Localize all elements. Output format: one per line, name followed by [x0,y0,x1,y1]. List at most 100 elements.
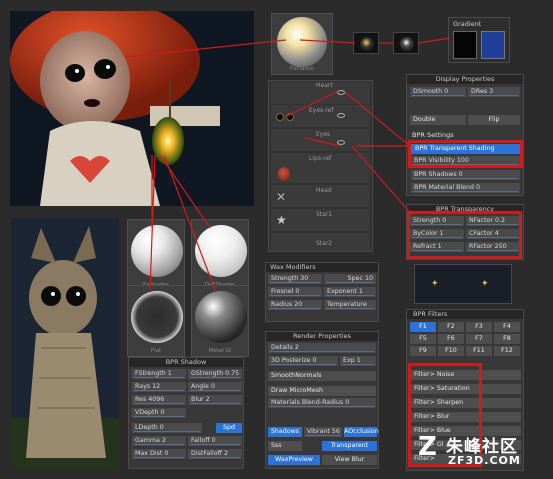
wax-modifiers-panel: Wax Modifiers Strength 30 Spec 10 Fresne… [265,262,379,322]
rfactor-slider[interactable]: RFactor 250 [466,242,520,252]
material-thumb-metal[interactable]: Metal Gl [191,285,249,357]
filter-slot-f2[interactable]: F2 [438,322,464,332]
filter-item[interactable]: Filter> Noise [411,370,521,380]
eye-toggle-icon[interactable] [337,90,345,95]
filter-slot-f6[interactable]: F6 [438,334,464,344]
filter-slot-f1[interactable]: F1 [410,322,436,332]
wax-modifiers-title: Wax Modifiers [266,263,378,272]
material-label: Metal Gl [208,348,232,354]
details-slider[interactable]: Details 2 [268,343,376,353]
subtool-label: Lips-ref [309,155,332,162]
bpr-material-blend-slider[interactable]: BPR Material Blend 0 [411,183,520,193]
distfalloff-slider[interactable]: DistFalloff 2 [188,449,242,459]
subtool-item-star1[interactable]: ★ Star1 [271,209,370,231]
cfactor-slider[interactable]: CFactor 4 [466,229,520,239]
filter-slot-f7[interactable]: F7 [466,334,492,344]
filter-slot-f5[interactable]: F5 [410,334,436,344]
filter-slot-f8[interactable]: F8 [494,334,520,344]
wax-spec-slider[interactable]: Spec 10 [324,274,376,284]
wax-strength-slider[interactable]: Strength 30 [268,274,322,284]
dres-slider[interactable]: DRes 3 [468,87,520,97]
material-thumb-fxplastic[interactable]: FxPlastic [271,13,333,75]
render-properties-title: Render Properties [266,332,378,341]
filter-slot-f12[interactable]: F12 [494,346,520,356]
bpr-shadows-slider[interactable]: BPR Shadows 0 [411,170,520,180]
filter-item[interactable]: Filter> Sharpen [411,398,521,408]
wax-radius-slider[interactable]: Radius 20 [268,300,322,310]
gamma-slider[interactable]: Gamma 2 [132,436,186,446]
draw-micromesh-button[interactable]: Draw MicroMesh [268,386,376,396]
double-button[interactable]: Double [410,115,466,125]
bpr-transparent-shading-button[interactable]: BPR Transparent Shading [411,144,520,154]
shadows-button[interactable]: Shadows [268,427,302,437]
exp-slider[interactable]: Exp 1 [340,356,376,366]
filter-slot-f10[interactable]: F10 [438,346,464,356]
filter-slot-f3[interactable]: F3 [466,322,492,332]
sphere-icon [195,291,247,343]
max-dist-slider[interactable]: Max Dist 0 [132,449,186,459]
gradient-right-swatch[interactable] [481,31,505,59]
rays-slider[interactable]: Rays 12 [132,382,186,392]
eye-toggle-icon[interactable] [337,140,345,145]
fstrength-slider[interactable]: FStrength 1 [132,369,186,379]
sphere-icon [195,225,247,277]
subtool-item-eyes[interactable]: Eyes [271,129,370,151]
filter-slot-f11[interactable]: F11 [466,346,492,356]
gradient-left-swatch[interactable] [453,31,477,59]
vdepth-slider[interactable]: VDepth 0 [132,408,186,418]
material-thumb-dofshader[interactable]: DoFShader [191,219,249,291]
view-blur-button[interactable]: View Blur [322,455,377,465]
subtool-item-star2[interactable]: Star2 [271,233,370,251]
waxpreview-button[interactable]: WaxPreview [268,455,320,465]
bpr-visibility-slider[interactable]: BPR Visibility 100 [411,156,520,166]
res-slider[interactable]: Res 4096 [132,395,186,405]
nfactor-slider[interactable]: NFactor 0.2 [466,216,520,226]
subtool-label: Eyes-ref [309,107,334,114]
eye-toggle-icon[interactable] [337,113,345,118]
wax-temperature-slider[interactable]: Temperature [324,300,376,310]
wax-exponent-slider[interactable]: Exponent 1 [324,287,376,297]
ldepth-slider[interactable]: LDepth 0 [132,423,202,433]
blur-slider[interactable]: Blur 2 [188,395,242,405]
subtool-label: Star1 [316,211,333,218]
filter-slot-f4[interactable]: F4 [494,322,520,332]
subtool-label: Eyes [316,131,331,138]
filter-slot-f9[interactable]: F9 [410,346,436,356]
filter-item[interactable]: Filter> Saturation [411,384,521,394]
refract-slider[interactable]: Refract 1 [410,242,464,252]
subtool-label: Star2 [316,240,333,247]
material-label: FxPlastic [289,66,315,72]
gstrength-slider[interactable]: GStrength 0.75 [188,369,242,379]
materials-blend-radius-slider[interactable]: Materials Blend-Radius 0 [268,398,376,408]
transparent-button[interactable]: Transparent [322,441,377,451]
subtool-item-head[interactable]: ✕ Head [271,185,370,207]
subtool-item-heart[interactable]: Heart [271,82,370,104]
sss-button[interactable]: Sss [268,441,302,451]
smoothnormals-button[interactable]: SmoothNormals [268,371,376,381]
gradient-panel: Gradient [448,17,510,63]
dsmooth-slider[interactable]: DSmooth 0 [410,87,466,97]
eye-sphere-right [393,32,419,54]
bycolor-slider[interactable]: ByColor 1 [410,229,464,239]
subtool-item-lips-ref[interactable]: Lips-ref [271,153,370,183]
subtool-item-eyes-ref[interactable]: Eyes-ref [271,105,370,127]
wax-fresnel-slider[interactable]: Fresnel 0 [268,287,322,297]
filter-item[interactable]: Filter> Blur [411,412,521,422]
bpr-transparency-panel: BPR Transparency Strength 0 NFactor 0.2 … [406,204,524,260]
flip-button[interactable]: Flip [468,115,520,125]
aocclusion-button[interactable]: AOcclusion [344,427,379,437]
posterize-slider[interactable]: 3D Posterize 0 [268,356,338,366]
monster-render-image [11,218,119,470]
material-thumb-flat[interactable]: Flat [127,285,185,357]
strength-slider[interactable]: Strength 0 [410,216,464,226]
watermark-logo: Z 朱峰社区 ZF3D.COM [418,432,548,472]
spd-button[interactable]: Spd [216,423,242,433]
bpr-filters-title: BPR Filters [407,310,523,319]
angle-slider[interactable]: Angle 0 [188,382,242,392]
material-thumb-fxshader[interactable]: FxShader [127,219,185,291]
falloff-slider[interactable]: Falloff 0 [188,436,242,446]
vibrant-slider[interactable]: Vibrant 56 [304,427,342,437]
render-properties-panel: Render Properties Details 2 3D Posterize… [265,331,379,469]
eye-sphere-left [353,32,379,54]
subtool-label: Heart [316,82,333,89]
